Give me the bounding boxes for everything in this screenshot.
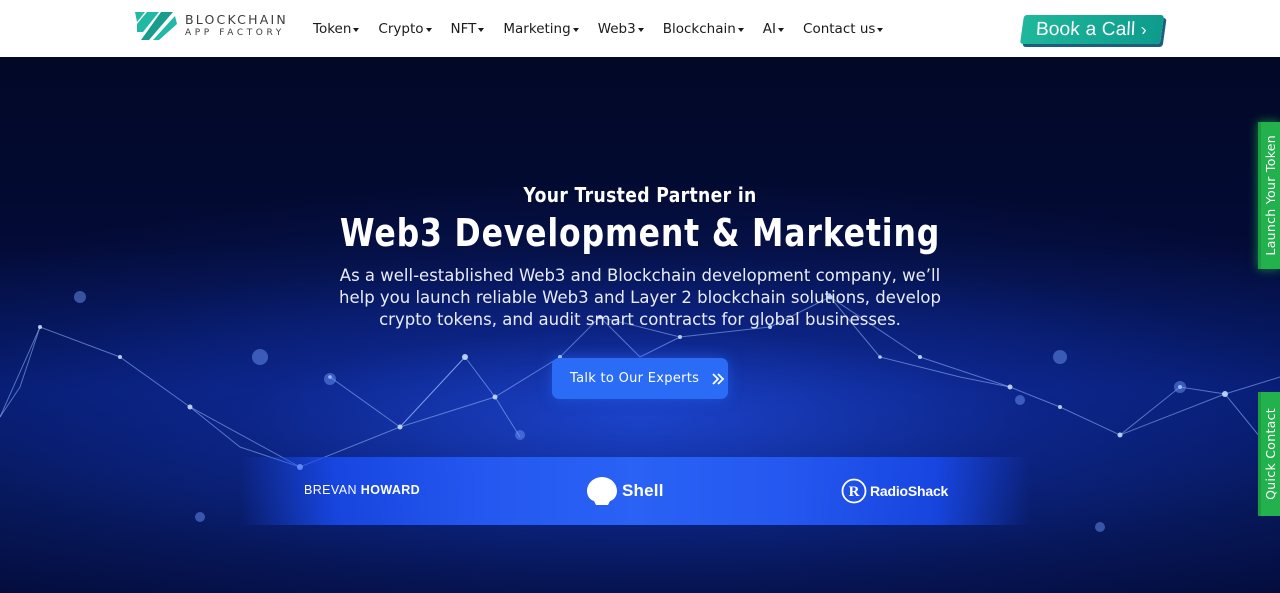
brand-logo[interactable]: BLOCKCHAIN APP FACTORY <box>133 10 288 42</box>
client-logo-brevan-howard: BREVAN HOWARD <box>304 483 420 497</box>
nav-item-label: Crypto <box>378 20 424 37</box>
main-nav: Token Crypto NFT Marketing Web3 Blockcha… <box>313 0 902 57</box>
launch-your-token-label: Launch Your Token <box>1263 135 1278 256</box>
quick-contact-label: Quick Contact <box>1263 408 1278 500</box>
nav-item-nft[interactable]: NFT <box>451 21 485 37</box>
brand-wordmark: BLOCKCHAIN APP FACTORY <box>185 11 288 39</box>
brand-name-line1: BLOCKCHAIN <box>185 11 288 27</box>
logo-mark-icon <box>135 12 177 40</box>
nav-item-label: Token <box>313 20 352 37</box>
caret-down-icon <box>637 27 644 32</box>
registered-r-icon: R <box>841 478 867 504</box>
caret-down-icon <box>877 27 884 32</box>
nav-item-label: Contact us <box>803 20 876 37</box>
nav-item-web3[interactable]: Web3 <box>598 21 644 37</box>
nav-item-crypto[interactable]: Crypto <box>378 20 432 37</box>
site-header: BLOCKCHAIN APP FACTORY Token Crypto NFT … <box>0 0 1280 57</box>
book-a-call-content: Book a Call › <box>1034 18 1149 41</box>
client-logo-shell: Shell <box>586 476 664 506</box>
svg-text:R: R <box>849 484 860 500</box>
shell-icon <box>587 477 617 505</box>
brand-name-line2: APP FACTORY <box>185 28 285 39</box>
radioshack-wordmark: RadioShack <box>870 483 949 499</box>
quick-contact-tab[interactable]: Quick Contact <box>1258 392 1280 516</box>
talk-to-experts-button[interactable]: Talk to Our Experts <box>552 358 728 399</box>
book-a-call-label: Book a Call <box>1034 18 1138 40</box>
howard-word: HOWARD <box>360 483 421 497</box>
nav-item-marketing[interactable]: Marketing <box>503 20 579 37</box>
caret-down-icon <box>425 27 432 32</box>
caret-down-icon <box>572 27 579 32</box>
nav-item-token[interactable]: Token <box>313 20 360 37</box>
chevron-right-icon: › <box>1140 19 1149 39</box>
caret-down-icon <box>353 27 360 32</box>
hero-title: Web3 Development & Marketing <box>339 211 941 255</box>
caret-down-icon <box>478 27 485 32</box>
client-logo-radioshack: R RadioShack <box>841 478 948 504</box>
nav-item-label: Web3 <box>597 20 636 37</box>
launch-your-token-tab[interactable]: Launch Your Token <box>1258 122 1280 269</box>
nav-item-label: AI <box>762 20 777 37</box>
nav-item-label: NFT <box>450 20 477 37</box>
caret-down-icon <box>778 27 785 32</box>
book-a-call-button[interactable]: Book a Call › <box>1019 15 1165 44</box>
double-chevron-right-icon <box>712 372 725 385</box>
nav-item-label: Blockchain <box>662 20 736 37</box>
nav-item-contact-us[interactable]: Contact us <box>803 20 884 37</box>
hero-description: As a well-established Web3 and Blockchai… <box>339 266 941 329</box>
hero-subtitle: Your Trusted Partner in <box>523 183 757 207</box>
nav-item-label: Marketing <box>503 20 571 37</box>
client-logos-strip: BREVAN HOWARD Shell R RadioShack <box>240 457 1030 525</box>
talk-to-experts-label: Talk to Our Experts <box>570 371 700 386</box>
nav-item-ai[interactable]: AI <box>762 20 785 37</box>
brevan-word: BREVAN <box>304 483 357 497</box>
hero-section: Your Trusted Partner in Web3 Development… <box>0 57 1280 593</box>
shell-wordmark: Shell <box>622 481 664 500</box>
nav-item-blockchain[interactable]: Blockchain <box>663 21 744 37</box>
caret-down-icon <box>737 27 744 32</box>
